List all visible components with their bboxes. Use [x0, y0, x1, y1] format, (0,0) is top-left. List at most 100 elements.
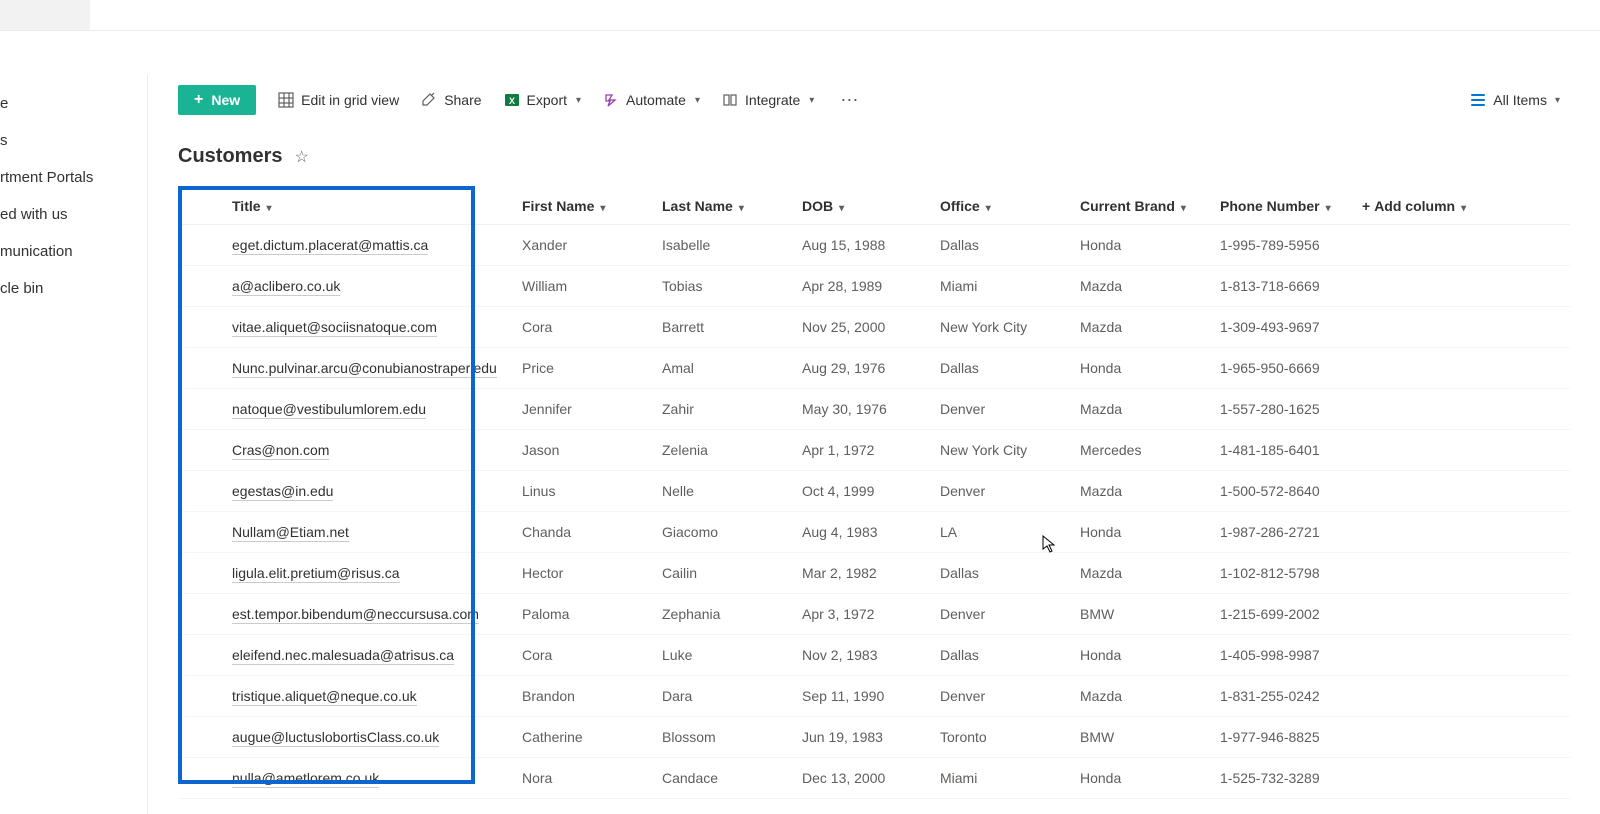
share-label: Share — [444, 92, 481, 108]
table-row[interactable]: eget.dictum.placerat@mattis.caXanderIsab… — [178, 225, 1570, 266]
list-view-icon — [1471, 94, 1485, 106]
cell-title[interactable]: Cras@non.com — [178, 430, 510, 471]
cell-empty — [1490, 307, 1570, 348]
col-office[interactable]: Office▾ — [928, 186, 1068, 225]
cell-first-name: Cora — [510, 635, 650, 676]
cell-first-name: Hector — [510, 553, 650, 594]
add-column-button[interactable]: +Add column▾ — [1350, 186, 1490, 225]
more-actions-button[interactable]: ⋯ — [836, 90, 862, 111]
table-row[interactable]: ligula.elit.pretium@risus.caHectorCailin… — [178, 553, 1570, 594]
new-button[interactable]: + New — [178, 85, 256, 115]
nav-item[interactable]: s — [0, 122, 147, 159]
app-launcher-placeholder — [0, 0, 90, 30]
cell-title[interactable]: natoque@vestibulumlorem.edu — [178, 389, 510, 430]
cell-last-name: Luke — [650, 635, 790, 676]
list-title: Customers — [178, 145, 282, 168]
cell-title[interactable]: eget.dictum.placerat@mattis.ca — [178, 225, 510, 266]
table-row[interactable]: vitae.aliquet@sociisnatoque.comCoraBarre… — [178, 307, 1570, 348]
cell-first-name: Catherine — [510, 717, 650, 758]
edit-in-grid-button[interactable]: Edit in grid view — [278, 92, 399, 108]
table-row[interactable]: a@aclibero.co.ukWilliamTobiasApr 28, 198… — [178, 266, 1570, 307]
cell-brand: BMW — [1068, 594, 1208, 635]
nav-item[interactable]: e — [0, 85, 147, 122]
cell-empty — [1350, 635, 1490, 676]
view-selector[interactable]: All Items ▾ — [1471, 92, 1560, 108]
cell-title[interactable]: eleifend.nec.malesuada@atrisus.ca — [178, 635, 510, 676]
cell-brand: Honda — [1068, 758, 1208, 799]
cell-phone: 1-995-789-5956 — [1208, 225, 1350, 266]
cell-first-name: Brandon — [510, 676, 650, 717]
cell-dob: Oct 4, 1999 — [790, 471, 928, 512]
cell-empty — [1350, 717, 1490, 758]
table-row[interactable]: egestas@in.eduLinusNelleOct 4, 1999Denve… — [178, 471, 1570, 512]
cell-first-name: Xander — [510, 225, 650, 266]
table-row[interactable]: nulla@ametlorem.co.ukNoraCandaceDec 13, … — [178, 758, 1570, 799]
cell-title[interactable]: egestas@in.edu — [178, 471, 510, 512]
cell-office: New York City — [928, 430, 1068, 471]
cell-first-name: Jennifer — [510, 389, 650, 430]
cell-last-name: Barrett — [650, 307, 790, 348]
integrate-button[interactable]: Integrate ▾ — [722, 92, 814, 108]
cell-title[interactable]: vitae.aliquet@sociisnatoque.com — [178, 307, 510, 348]
table-row[interactable]: est.tempor.bibendum@neccursusa.comPaloma… — [178, 594, 1570, 635]
nav-item[interactable]: ed with us — [0, 196, 147, 233]
cell-title[interactable]: est.tempor.bibendum@neccursusa.com — [178, 594, 510, 635]
cell-title[interactable]: Nullam@Etiam.net — [178, 512, 510, 553]
cell-last-name: Dara — [650, 676, 790, 717]
table-row[interactable]: Cras@non.comJasonZeleniaApr 1, 1972New Y… — [178, 430, 1570, 471]
col-title[interactable]: Title▾ — [178, 186, 510, 225]
cell-phone: 1-102-812-5798 — [1208, 553, 1350, 594]
nav-item[interactable]: cle bin — [0, 270, 147, 307]
nav-item[interactable]: munication — [0, 233, 147, 270]
col-brand[interactable]: Current Brand▾ — [1068, 186, 1208, 225]
cell-first-name: Price — [510, 348, 650, 389]
cell-empty — [1350, 676, 1490, 717]
col-last-name[interactable]: Last Name▾ — [650, 186, 790, 225]
cell-office: LA — [928, 512, 1068, 553]
chevron-down-icon: ▾ — [267, 203, 272, 214]
cell-empty — [1350, 553, 1490, 594]
cell-last-name: Isabelle — [650, 225, 790, 266]
share-icon — [421, 92, 437, 108]
cell-dob: May 30, 1976 — [790, 389, 928, 430]
table-row[interactable]: tristique.aliquet@neque.co.ukBrandonDara… — [178, 676, 1570, 717]
integrate-label: Integrate — [745, 92, 800, 108]
chevron-down-icon: ▾ — [839, 203, 844, 214]
chevron-down-icon: ▾ — [739, 203, 744, 214]
table-row[interactable]: Nunc.pulvinar.arcu@conubianostraper.eduP… — [178, 348, 1570, 389]
col-first-name[interactable]: First Name▾ — [510, 186, 650, 225]
cell-phone: 1-405-998-9987 — [1208, 635, 1350, 676]
chevron-down-icon: ▾ — [600, 203, 605, 214]
cell-empty — [1350, 389, 1490, 430]
table-row[interactable]: augue@luctuslobortisClass.co.ukCatherine… — [178, 717, 1570, 758]
cell-empty — [1490, 594, 1570, 635]
share-button[interactable]: Share — [421, 92, 481, 108]
nav-item[interactable]: rtment Portals — [0, 159, 147, 196]
cell-title[interactable]: ligula.elit.pretium@risus.ca — [178, 553, 510, 594]
col-phone[interactable]: Phone Number▾ — [1208, 186, 1350, 225]
command-bar: + New Edit in grid view Share X Expor — [148, 75, 1600, 125]
cell-title[interactable]: a@aclibero.co.uk — [178, 266, 510, 307]
cell-phone: 1-309-493-9697 — [1208, 307, 1350, 348]
table-row[interactable]: eleifend.nec.malesuada@atrisus.caCoraLuk… — [178, 635, 1570, 676]
cell-last-name: Amal — [650, 348, 790, 389]
cell-brand: Honda — [1068, 225, 1208, 266]
cell-title[interactable]: augue@luctuslobortisClass.co.uk — [178, 717, 510, 758]
cell-phone: 1-831-255-0242 — [1208, 676, 1350, 717]
cell-office: Dallas — [928, 348, 1068, 389]
chevron-down-icon: ▾ — [576, 95, 581, 106]
table-row[interactable]: natoque@vestibulumlorem.eduJenniferZahir… — [178, 389, 1570, 430]
cell-title[interactable]: tristique.aliquet@neque.co.uk — [178, 676, 510, 717]
table-row[interactable]: Nullam@Etiam.netChandaGiacomoAug 4, 1983… — [178, 512, 1570, 553]
favorite-star-icon[interactable]: ☆ — [294, 147, 308, 167]
cell-title[interactable]: nulla@ametlorem.co.uk — [178, 758, 510, 799]
col-dob[interactable]: DOB▾ — [790, 186, 928, 225]
cell-office: Dallas — [928, 635, 1068, 676]
export-button[interactable]: X Export ▾ — [504, 92, 582, 108]
chevron-down-icon: ▾ — [1181, 203, 1186, 214]
cell-title[interactable]: Nunc.pulvinar.arcu@conubianostraper.edu — [178, 348, 510, 389]
cell-brand: Mazda — [1068, 553, 1208, 594]
automate-button[interactable]: Automate ▾ — [603, 92, 700, 108]
grid-icon — [278, 92, 294, 108]
main-area: + New Edit in grid view Share X Expor — [148, 75, 1600, 814]
